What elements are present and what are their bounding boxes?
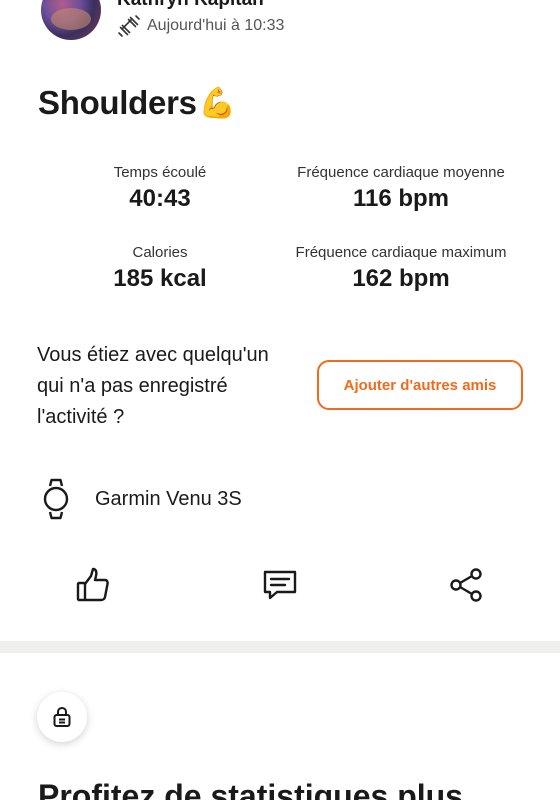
section-divider [0, 641, 560, 653]
stat-elapsed-time: Temps écoulé 40:43 [80, 164, 240, 213]
stat-calories: Calories 185 kcal [80, 244, 240, 293]
stat-value: 40:43 [129, 185, 191, 212]
watch-icon [43, 478, 69, 520]
share-button[interactable] [444, 563, 488, 607]
stat-max-heart-rate: Fréquence cardiaque maximum 162 bpm [270, 244, 532, 293]
device-name: Garmin Venu 3S [95, 487, 242, 510]
activity-title-row: Shoulders 💪 [38, 84, 236, 122]
lock-badge [37, 692, 87, 742]
promo-title: Profitez de statistiques plus [38, 778, 463, 800]
add-friends-button[interactable]: Ajouter d'autres amis [317, 360, 523, 410]
stat-label: Temps écoulé [113, 164, 207, 181]
stat-label: Calories [132, 244, 188, 261]
stat-label: Fréquence cardiaque maximum [295, 244, 507, 261]
stat-value: 116 bpm [352, 185, 450, 212]
activity-time: Aujourd'hui à 10:33 [147, 17, 285, 34]
thumbs-up-icon [76, 567, 109, 602]
activity-meta: Aujourd'hui à 10:33 [117, 14, 284, 38]
like-button[interactable] [71, 563, 115, 607]
lock-icon [53, 707, 71, 727]
stat-value: 162 bpm [352, 265, 450, 292]
comment-icon [263, 570, 297, 600]
flexed-biceps-emoji: 💪 [198, 86, 237, 120]
stat-label: Fréquence cardiaque moyenne [297, 164, 505, 181]
stat-avg-heart-rate: Fréquence cardiaque moyenne 116 bpm [270, 164, 532, 213]
comment-button[interactable] [258, 563, 302, 607]
device-row[interactable]: Garmin Venu 3S [41, 478, 242, 520]
athlete-name[interactable]: Kathryn Kapitan [117, 0, 264, 11]
unrecorded-friends-prompt: Vous étiez avec quelqu'un qui n'a pas en… [37, 344, 269, 428]
stat-value: 185 kcal [113, 265, 207, 292]
activity-title: Shoulders [38, 84, 197, 121]
dumbbell-icon [118, 15, 140, 37]
athlete-avatar[interactable] [41, 0, 101, 40]
share-icon [450, 568, 482, 602]
